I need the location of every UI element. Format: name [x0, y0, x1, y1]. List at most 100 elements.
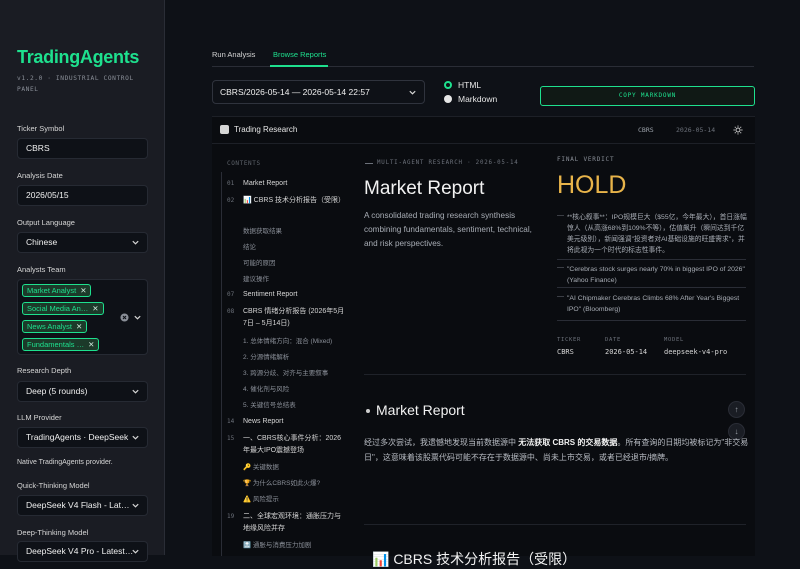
remove-icon[interactable]: ✕ [76, 322, 82, 331]
panel-header: Trading Research CBRS 2026-05-14 [212, 117, 755, 144]
remove-icon[interactable]: ✕ [88, 340, 94, 349]
verdict-bullet: — "AI Chipmaker Cerebras Climbs 68% After… [557, 293, 740, 313]
depth-value: Deep (5 rounds) [26, 386, 88, 396]
analysts-multiselect[interactable]: Market Analyst ✕ Social Media An… ✕ News A… [17, 279, 148, 355]
deep-model-select[interactable]: DeepSeek V4 Pro - Latest… [17, 541, 148, 562]
brand-logo: TradingAgents [17, 47, 140, 67]
kicker-rule [365, 163, 373, 164]
toc-subitem[interactable]: 建议操作 [243, 273, 343, 283]
remove-icon[interactable]: ✕ [92, 304, 98, 313]
language-label: Output Language [17, 218, 75, 227]
toc-subitem[interactable]: 🔑 关键数据 [243, 461, 343, 471]
divider [557, 320, 746, 321]
panel-title: Trading Research [234, 125, 298, 134]
provider-note: Native TradingAgents provider. [17, 459, 113, 466]
meta-date-value: 2026-05-14 [605, 348, 648, 356]
date-label: Analysis Date [17, 171, 63, 180]
divider [364, 374, 746, 375]
toc-subitem[interactable]: 1. 总体情绪方向：混合 (Mixed) [243, 335, 343, 345]
verdict-value: HOLD [557, 171, 627, 199]
meta-ticker-heading: TICKER [557, 337, 582, 343]
radio-unselected-icon [444, 95, 452, 103]
toc-item[interactable]: 07 Sentiment Report [227, 289, 345, 301]
kicker: MULTI-AGENT RESEARCH · 2026-05-14 [377, 160, 519, 166]
tab-run-analysis[interactable]: Run Analysis [212, 50, 255, 59]
quick-model-select[interactable]: DeepSeek V4 Flash - Lat… [17, 495, 148, 516]
tag-market-analyst[interactable]: Market Analyst ✕ [22, 284, 92, 297]
section-title: Market Report [376, 402, 465, 418]
brand-tagline: v1.2.0 · INDUSTRIAL CONTROL PANEL [17, 75, 134, 93]
provider-value: TradingAgents · DeepSeek [26, 432, 129, 442]
toc-item[interactable]: 01 Market Report [227, 178, 345, 190]
tag-social-media-analyst[interactable]: Social Media An… ✕ [22, 302, 104, 315]
toc-subitem[interactable]: ⚠️ 风险提示 [243, 493, 343, 503]
chevron-down-icon [409, 90, 416, 95]
theme-toggle-sun-icon[interactable] [733, 125, 743, 135]
toc-item[interactable]: 19 二、全球宏观环境：通胀压力与地缘风险并存 [227, 511, 345, 535]
deep-model-label: Deep-Thinking Model [17, 528, 89, 537]
verdict-bullet: — **核心叙事**：IPO规模巨大（$55亿，今年最大），首日涨幅惊人（从高涨6… [557, 212, 747, 254]
date-input[interactable]: 2026/05/15 [17, 185, 148, 206]
tab-browse-reports[interactable]: Browse Reports [273, 50, 326, 59]
toc-item[interactable]: 15 一、CBRS核心事件分析：2026年最大IPO震撼登场 [227, 433, 345, 457]
remove-icon[interactable]: ✕ [80, 286, 86, 295]
chevron-down-icon [132, 503, 139, 508]
divider [364, 524, 746, 525]
toc-subitem[interactable]: 4. 催化剂与风险 [243, 383, 343, 393]
toc-subitem[interactable]: 2. 分源情绪解析 [243, 351, 343, 361]
team-label: Analysts Team [17, 265, 66, 274]
toc-subitem[interactable]: 5. 关键信号总结表 [243, 399, 343, 409]
toc-subitem[interactable]: 🏆 为什么CBRS如此火爆? [243, 477, 343, 487]
report-select-value: CBRS/2026-05-14 — 2026-05-14 22:57 [220, 87, 370, 97]
ticker-input[interactable]: CBRS [17, 138, 148, 159]
language-select[interactable]: Chinese [17, 232, 148, 253]
section-paragraph: 经过多次尝试，我遗憾地发现当前数据源中 无法获取 CBRS 的交易数据。所有查询… [364, 438, 749, 462]
section-title: 📊 CBRS 技术分析报告（受限） [372, 551, 577, 567]
toc-subitem[interactable]: 🔝 通胀与消费压力加剧 [243, 539, 343, 549]
report-panel: Trading Research CBRS 2026-05-14 CONTENT… [212, 116, 755, 567]
chevron-down-icon [132, 240, 139, 245]
panel-ticker: CBRS [638, 126, 654, 134]
toc-subitem[interactable]: 结论 [243, 241, 343, 251]
panel-date: 2026-05-14 [676, 126, 716, 134]
toc-subitem[interactable]: 3. 跨源分歧、对齐与主要叙事 [243, 367, 343, 377]
depth-select[interactable]: Deep (5 rounds) [17, 381, 148, 402]
section-bullet [366, 409, 370, 413]
document-icon [220, 125, 229, 134]
chevron-down-icon[interactable] [133, 313, 142, 322]
contents-heading: CONTENTS [227, 160, 261, 167]
provider-select[interactable]: TradingAgents · DeepSeek [17, 427, 148, 448]
copy-markdown-button[interactable]: COPY MARKDOWN [540, 86, 755, 106]
verdict-bullet: — "Cerebras stock surges nearly 70% in bi… [557, 264, 745, 284]
sidebar: TradingAgents v1.2.0 · INDUSTRIAL CONTRO… [0, 0, 165, 562]
chevron-down-icon [132, 435, 139, 440]
quick-model-value: DeepSeek V4 Flash - Lat… [26, 500, 130, 510]
meta-model-value: deepseek-v4-pro [664, 348, 728, 356]
language-value: Chinese [26, 237, 58, 247]
tag-fundamentals-analyst[interactable]: Fundamentals … ✕ [22, 338, 100, 351]
format-radio-html[interactable]: HTML [444, 80, 481, 90]
clear-all-icon[interactable] [120, 313, 129, 322]
toc-subitem[interactable]: 数据获取结果 [243, 225, 343, 235]
meta-model-heading: MODEL [664, 337, 685, 343]
verdict-label: FINAL VERDICT [557, 156, 615, 163]
toc-item[interactable]: 14 News Report [227, 416, 345, 428]
toc-item[interactable]: 02 📊 CBRS 技术分析报告（受限） [227, 195, 345, 207]
radio-selected-icon [444, 81, 452, 89]
format-radio-markdown[interactable]: Markdown [444, 94, 497, 104]
report-title: Market Report [364, 178, 485, 199]
scroll-up-button[interactable]: ↑ [728, 401, 745, 418]
toc-subitem[interactable]: 可能的原因 [243, 257, 343, 267]
depth-label: Research Depth [17, 366, 72, 375]
chevron-down-icon [132, 389, 139, 394]
ticker-label: Ticker Symbol [17, 124, 65, 133]
table-of-contents: 01 Market Report 02 📊 CBRS 技术分析报告（受限） 数据获取… [221, 172, 345, 556]
divider [557, 287, 746, 288]
tag-news-analyst[interactable]: News Analyst ✕ [22, 320, 88, 333]
toc-item[interactable]: 08 CBRS 情绪分析报告 (2026年5月7日 – 5月14日) [227, 306, 345, 330]
report-subtitle: A consolidated trading research synthesi… [364, 211, 532, 248]
meta-date-heading: DATE [605, 337, 622, 343]
divider [557, 259, 746, 260]
report-select[interactable]: CBRS/2026-05-14 — 2026-05-14 22:57 [212, 80, 425, 104]
provider-label: LLM Provider [17, 413, 62, 422]
